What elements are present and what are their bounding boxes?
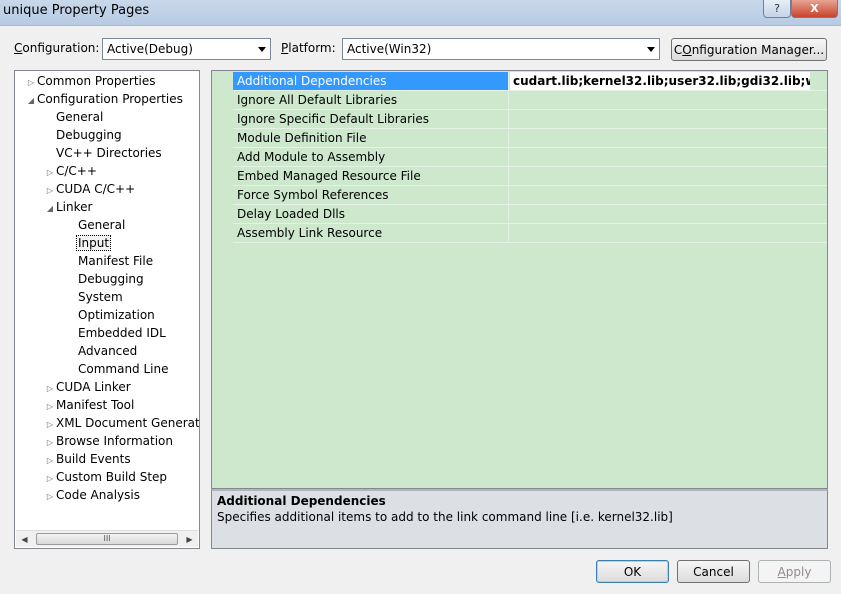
apply-label: Apply [777,564,812,579]
tree-item-linker[interactable]: ◢ Linker [44,199,93,217]
tree-item-optimization[interactable]: Optimization [78,307,155,324]
expand-icon[interactable]: ▷ [25,74,37,91]
property-name[interactable]: Add Module to Assembly [233,148,509,166]
help-icon: ? [774,2,780,15]
tree-item-xml-document-generator[interactable]: ▷ XML Document Generator [44,415,199,433]
window-title: unique Property Pages [3,3,150,18]
apply-button[interactable]: Apply [758,560,831,583]
property-name[interactable]: Assembly Link Resource [233,224,509,242]
grid-row-force-symbol-references[interactable]: Force Symbol References [233,186,827,205]
scroll-thumb[interactable]: III [36,533,178,545]
scroll-right-icon[interactable]: ▶ [181,531,198,547]
tree-item-linker-input[interactable]: Input [76,235,112,252]
expand-icon[interactable]: ▷ [44,434,56,451]
grid-row-assembly-link-resource[interactable]: Assembly Link Resource [233,224,827,243]
tree-item-vc-directories[interactable]: VC++ Directories [56,145,162,162]
tree-item-cuda-c-cpp[interactable]: ▷ CUDA C/C++ [44,181,135,198]
collapse-icon[interactable]: ◢ [44,200,56,217]
grid-row-add-module-to-assembly[interactable]: Add Module to Assembly [233,148,827,167]
property-value[interactable] [510,167,827,185]
ok-label: OK [623,564,642,579]
configuration-manager-button[interactable]: COnfiguration Manager... [671,38,827,61]
property-name[interactable]: Delay Loaded Dlls [233,205,509,223]
property-value[interactable] [510,205,827,223]
platform-label: Platform: [281,41,336,55]
configuration-select[interactable]: Active(Debug) [102,38,271,60]
scroll-left-icon[interactable]: ◀ [16,531,33,547]
grid-row-additional-dependencies[interactable]: Additional Dependencies cudart.lib;kerne… [233,72,827,91]
tree-item-system[interactable]: System [78,289,123,306]
configuration-label: Configuration: [14,41,100,55]
expand-icon[interactable]: ▷ [44,380,56,397]
collapse-icon[interactable]: ◢ [25,92,37,109]
property-value[interactable] [510,224,827,242]
property-name[interactable]: Embed Managed Resource File [233,167,509,185]
property-name[interactable]: Additional Dependencies [233,72,509,90]
tree-item-c-cpp[interactable]: ▷ C/C++ [44,163,97,180]
help-button[interactable]: ? [763,0,791,18]
tree-item-cuda-linker[interactable]: ▷ CUDA Linker [44,379,131,396]
platform-value: Active(Win32) [347,42,432,56]
tree-item-manifest-file[interactable]: Manifest File [78,253,153,270]
tree-item-custom-build-step[interactable]: ▷ Custom Build Step [44,469,167,486]
description-text: Specifies additional items to add to the… [217,510,673,524]
description-title: Additional Dependencies [217,494,386,508]
property-name[interactable]: Force Symbol References [233,186,509,204]
property-tree[interactable]: ▷ Common Properties ◢ Configuration Proper… [14,70,200,549]
grid-row-ignore-specific-default-libraries[interactable]: Ignore Specific Default Libraries [233,110,827,129]
expand-icon[interactable]: ▷ [44,164,56,181]
grid-row-module-definition-file[interactable]: Module Definition File [233,129,827,148]
tree-item-common-properties[interactable]: ▷ Common Properties [25,73,156,90]
cancel-button[interactable]: Cancel [677,560,750,583]
tree-item-configuration-properties[interactable]: ◢ Configuration Properties [25,91,183,108]
property-name[interactable]: Module Definition File [233,129,509,147]
property-value[interactable] [510,91,827,109]
property-value[interactable] [510,148,827,166]
chevron-down-icon [647,47,655,52]
expand-icon[interactable]: ▷ [44,488,56,505]
ok-button[interactable]: OK [596,560,669,583]
property-value[interactable] [510,110,827,128]
tree-item-general[interactable]: General [56,109,103,126]
tree-horizontal-scrollbar[interactable]: ◀ III ▶ [16,530,198,547]
property-value[interactable] [510,129,827,147]
close-button[interactable]: X [791,0,838,18]
tree-item-embedded-idl[interactable]: Embedded IDL [78,325,166,342]
property-name[interactable]: Ignore All Default Libraries [233,91,509,109]
property-name[interactable]: Ignore Specific Default Libraries [233,110,509,128]
property-value[interactable] [510,186,827,204]
configuration-manager-label: COnfiguration Manager... [673,42,825,57]
tree-item-build-events[interactable]: ▷ Build Events [44,451,131,468]
grid-row-delay-loaded-dlls[interactable]: Delay Loaded Dlls [233,205,827,224]
title-bar: unique Property Pages ? X [0,0,841,26]
property-value-input[interactable]: cudart.lib;kernel32.lib;user32.lib;gdi32… [510,72,810,90]
chevron-down-icon [258,47,266,52]
tree-item-manifest-tool[interactable]: ▷ Manifest Tool [44,397,134,414]
configuration-value: Active(Debug) [107,42,193,56]
tree-item-linker-general[interactable]: General [78,217,125,234]
property-grid[interactable]: Additional Dependencies cudart.lib;kerne… [211,70,828,489]
expand-icon[interactable]: ▷ [44,398,56,415]
tree-item-linker-debugging[interactable]: Debugging [78,271,144,288]
tree-item-browse-information[interactable]: ▷ Browse Information [44,433,173,450]
cancel-label: Cancel [693,564,734,579]
grid-row-embed-managed-resource-file[interactable]: Embed Managed Resource File [233,167,827,186]
expand-icon[interactable]: ▷ [44,470,56,487]
description-panel: Additional Dependencies Specifies additi… [211,489,828,549]
tree-item-code-analysis[interactable]: ▷ Code Analysis [44,487,140,504]
tree-item-debugging[interactable]: Debugging [56,127,122,144]
grid-row-ignore-all-default-libraries[interactable]: Ignore All Default Libraries [233,91,827,110]
tree-item-command-line[interactable]: Command Line [78,361,169,378]
platform-select[interactable]: Active(Win32) [342,38,660,60]
expand-icon[interactable]: ▷ [44,452,56,469]
expand-icon[interactable]: ▷ [44,182,56,199]
expand-icon[interactable]: ▷ [44,416,56,433]
close-icon: X [810,2,819,15]
tree-item-advanced[interactable]: Advanced [78,343,137,360]
